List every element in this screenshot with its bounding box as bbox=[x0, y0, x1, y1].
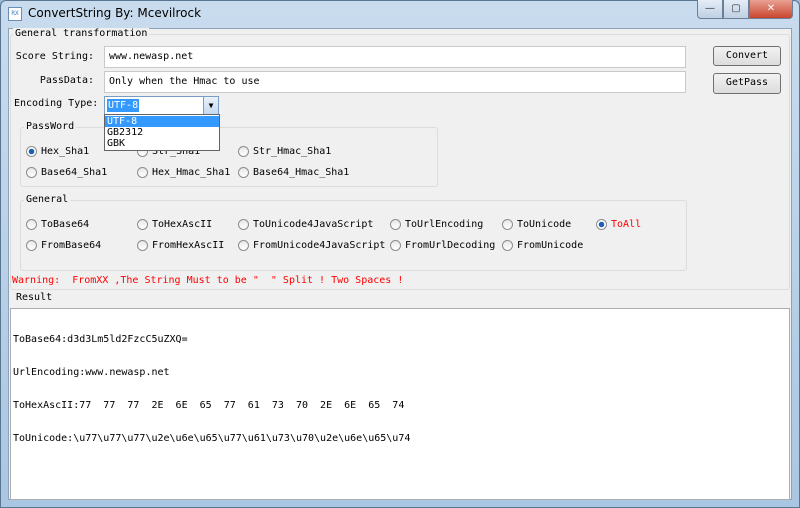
radio-fromunicode4javascript[interactable]: FromUnicode4JavaScript bbox=[238, 240, 385, 251]
chevron-down-icon[interactable]: ▼ bbox=[203, 97, 218, 114]
radio-label: ToHexAscII bbox=[152, 219, 213, 230]
radio-hex-sha1[interactable]: Hex_Sha1 bbox=[26, 146, 89, 157]
result-line: ToUnicode:\u77\u77\u77\u2e\u6e\u65\u77\u… bbox=[13, 433, 411, 444]
radio-toall[interactable]: ToAll bbox=[596, 219, 641, 230]
result-label: Result bbox=[14, 292, 55, 303]
radio-circle-icon bbox=[238, 167, 249, 178]
radio-circle-icon bbox=[26, 240, 37, 251]
radio-circle-icon bbox=[238, 240, 249, 251]
result-line: ToHexAscII:77 77 77 2E 6E 65 77 61 73 70… bbox=[13, 400, 405, 411]
getpass-button[interactable]: GetPass bbox=[713, 73, 781, 94]
result-textarea[interactable]: ToBase64:d3d3Lm5ld2FzcC5uZXQ= UrlEncodin… bbox=[10, 308, 790, 500]
radio-tobase64[interactable]: ToBase64 bbox=[26, 219, 89, 230]
radio-circle-icon bbox=[596, 219, 607, 230]
general-group-label: General bbox=[24, 194, 71, 205]
app-icon: RX bbox=[8, 7, 22, 21]
password-group-label: PassWord bbox=[24, 121, 77, 132]
window-title: ConvertString By: Mcevilrock bbox=[28, 6, 202, 20]
encoding-type-label: Encoding Type: bbox=[14, 98, 99, 109]
radio-label: Hex_Hmac_Sha1 bbox=[152, 167, 231, 178]
maximize-button[interactable]: ▢ bbox=[723, 0, 749, 19]
general-group bbox=[20, 200, 687, 271]
encoding-option[interactable]: UTF-8 bbox=[105, 116, 219, 127]
result-line: UrlEncoding:www.newasp.net bbox=[13, 367, 170, 378]
radio-label: FromHexAscII bbox=[152, 240, 225, 251]
radio-tohexascii[interactable]: ToHexAscII bbox=[137, 219, 212, 230]
radio-base64-sha1[interactable]: Base64_Sha1 bbox=[26, 167, 107, 178]
radio-str-hmac-sha1[interactable]: Str_Hmac_Sha1 bbox=[238, 146, 331, 157]
encoding-combobox[interactable]: UTF-8 ▼ bbox=[104, 96, 219, 115]
radio-label: FromUnicode bbox=[517, 240, 584, 251]
radio-circle-icon bbox=[26, 167, 37, 178]
radio-label: FromUnicode4JavaScript bbox=[253, 240, 386, 251]
radio-tounicode[interactable]: ToUnicode bbox=[502, 219, 571, 230]
warning-text: Warning: FromXX ,The String Must to be "… bbox=[12, 275, 404, 286]
radio-fromhexascii[interactable]: FromHexAscII bbox=[137, 240, 224, 251]
radio-base64-hmac-sha1[interactable]: Base64_Hmac_Sha1 bbox=[238, 167, 349, 178]
radio-circle-icon bbox=[137, 167, 148, 178]
radio-fromurldecoding[interactable]: FromUrlDecoding bbox=[390, 240, 495, 251]
radio-label: Hex_Sha1 bbox=[41, 146, 90, 157]
radio-label: Base64_Sha1 bbox=[41, 167, 108, 178]
radio-circle-icon bbox=[137, 219, 148, 230]
radio-label: Str_Hmac_Sha1 bbox=[253, 146, 332, 157]
radio-tounicode4javascript[interactable]: ToUnicode4JavaScript bbox=[238, 219, 373, 230]
encoding-dropdown-list: UTF-8 GB2312 GBK bbox=[104, 114, 220, 151]
radio-circle-icon bbox=[26, 146, 37, 157]
encoding-option[interactable]: GBK bbox=[105, 138, 219, 149]
passdata-input[interactable]: Only when the Hmac to use bbox=[104, 71, 686, 93]
result-line: ToBase64:d3d3Lm5ld2FzcC5uZXQ= bbox=[13, 334, 188, 345]
radio-circle-icon bbox=[390, 240, 401, 251]
radio-label: ToUnicode4JavaScript bbox=[253, 219, 374, 230]
password-group bbox=[20, 127, 438, 187]
close-button[interactable]: ✕ bbox=[749, 0, 793, 19]
radio-label: ToBase64 bbox=[41, 219, 90, 230]
passdata-label: PassData: bbox=[39, 75, 94, 86]
radio-fromunicode[interactable]: FromUnicode bbox=[502, 240, 583, 251]
radio-circle-icon bbox=[26, 219, 37, 230]
minimize-button[interactable]: — bbox=[697, 0, 723, 19]
radio-label: FromUrlDecoding bbox=[405, 240, 496, 251]
general-transformation-label: General transformation bbox=[13, 28, 150, 39]
radio-circle-icon bbox=[137, 240, 148, 251]
encoding-option[interactable]: GB2312 bbox=[105, 127, 219, 138]
radio-circle-icon bbox=[238, 146, 249, 157]
radio-tourlencoding[interactable]: ToUrlEncoding bbox=[390, 219, 483, 230]
radio-label: Base64_Hmac_Sha1 bbox=[253, 167, 350, 178]
radio-label: ToUrlEncoding bbox=[405, 219, 484, 230]
radio-circle-icon bbox=[502, 240, 513, 251]
radio-frombase64[interactable]: FromBase64 bbox=[26, 240, 101, 251]
radio-circle-icon bbox=[390, 219, 401, 230]
radio-label: FromBase64 bbox=[41, 240, 102, 251]
radio-circle-icon bbox=[238, 219, 249, 230]
radio-hex-hmac-sha1[interactable]: Hex_Hmac_Sha1 bbox=[137, 167, 230, 178]
radio-circle-icon bbox=[502, 219, 513, 230]
encoding-value: UTF-8 bbox=[107, 99, 140, 112]
score-string-input[interactable]: www.newasp.net bbox=[104, 46, 686, 68]
radio-label: ToUnicode bbox=[517, 219, 572, 230]
radio-label: ToAll bbox=[611, 219, 642, 230]
convert-button[interactable]: Convert bbox=[713, 46, 781, 66]
score-string-label: Score String: bbox=[15, 51, 94, 62]
